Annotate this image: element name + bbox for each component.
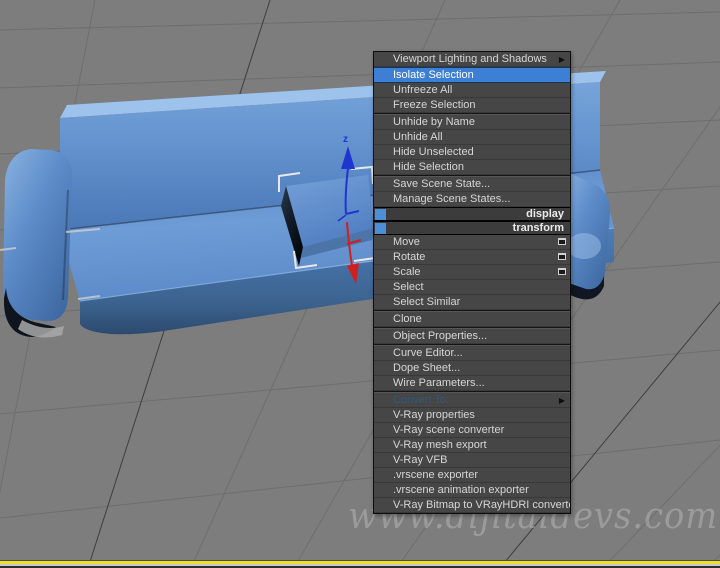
menu-item-vray-bitmap-converter[interactable]: V-Ray Bitmap to VRayHDRI converter bbox=[374, 498, 570, 513]
menu-item-unhide-by-name[interactable]: Unhide by Name bbox=[374, 115, 570, 130]
context-menu: Viewport Lighting and Shadows ▶ Isolate … bbox=[373, 51, 571, 514]
menu-item-scale[interactable]: Scale bbox=[374, 265, 570, 280]
quadrant-square-icon bbox=[375, 223, 386, 234]
menu-item-vray-mesh-export[interactable]: V-Ray mesh export bbox=[374, 438, 570, 453]
menu-item-unfreeze-all[interactable]: Unfreeze All bbox=[374, 83, 570, 98]
menu-item-freeze-selection[interactable]: Freeze Selection bbox=[374, 98, 570, 113]
menu-item-hide-selection[interactable]: Hide Selection bbox=[374, 160, 570, 175]
z-axis-label: z bbox=[343, 134, 348, 145]
menu-item-save-scene-state[interactable]: Save Scene State... bbox=[374, 177, 570, 192]
menu-item-wire-parameters[interactable]: Wire Parameters... bbox=[374, 376, 570, 391]
menu-item-isolate-selection[interactable]: Isolate Selection bbox=[374, 67, 570, 83]
menu-item-vrscene-animation-exporter[interactable]: .vrscene animation exporter bbox=[374, 483, 570, 498]
menu-item-dope-sheet[interactable]: Dope Sheet... bbox=[374, 361, 570, 376]
viewport-scene[interactable]: z bbox=[0, 0, 720, 568]
right-armrest-highlight bbox=[567, 233, 601, 259]
menu-item-unhide-all[interactable]: Unhide All bbox=[374, 130, 570, 145]
settings-box-icon[interactable] bbox=[558, 238, 566, 245]
menu-item-curve-editor[interactable]: Curve Editor... bbox=[374, 346, 570, 361]
menu-item-vrscene-exporter[interactable]: .vrscene exporter bbox=[374, 468, 570, 483]
menu-item-rotate[interactable]: Rotate bbox=[374, 250, 570, 265]
menu-item-select[interactable]: Select bbox=[374, 280, 570, 295]
left-armrest bbox=[3, 149, 73, 322]
menu-item-vray-properties[interactable]: V-Ray properties bbox=[374, 408, 570, 423]
active-viewport-border bbox=[0, 560, 720, 568]
settings-box-icon[interactable] bbox=[558, 253, 566, 260]
settings-box-icon[interactable] bbox=[558, 268, 566, 275]
submenu-arrow-icon: ▶ bbox=[558, 396, 565, 405]
menu-item-viewport-lighting[interactable]: Viewport Lighting and Shadows ▶ bbox=[374, 52, 570, 67]
3dsmax-viewport[interactable]: z www.dijitaldevs.com Viewport Lighting … bbox=[0, 0, 720, 568]
menu-item-object-properties[interactable]: Object Properties... bbox=[374, 329, 570, 344]
menu-item-move[interactable]: Move bbox=[374, 235, 570, 250]
menu-item-clone[interactable]: Clone bbox=[374, 312, 570, 327]
menu-item-vray-vfb[interactable]: V-Ray VFB bbox=[374, 453, 570, 468]
menu-item-hide-unselected[interactable]: Hide Unselected bbox=[374, 145, 570, 160]
quadrant-square-icon bbox=[375, 209, 386, 220]
submenu-arrow-icon: ▶ bbox=[558, 55, 565, 64]
quadrant-title-transform[interactable]: transform bbox=[374, 221, 570, 235]
menu-item-manage-scene-states[interactable]: Manage Scene States... bbox=[374, 192, 570, 207]
quadrant-title-display[interactable]: display bbox=[374, 207, 570, 221]
menu-item-vray-scene-converter[interactable]: V-Ray scene converter bbox=[374, 423, 570, 438]
menu-item-select-similar[interactable]: Select Similar bbox=[374, 295, 570, 310]
menu-item-convert-to[interactable]: Convert To: ▶ bbox=[374, 393, 570, 408]
